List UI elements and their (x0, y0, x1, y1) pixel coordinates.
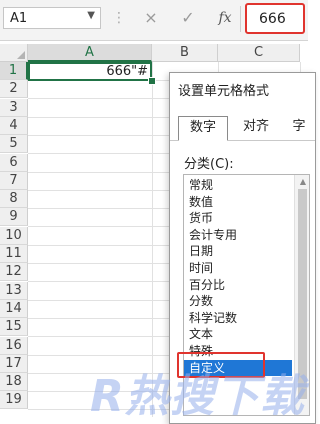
row-header[interactable]: 2 (0, 80, 28, 99)
row-header[interactable]: 5 (0, 135, 28, 154)
separator-dots: ⋮ (112, 10, 126, 26)
row-header[interactable]: 12 (0, 263, 28, 282)
function-icon[interactable]: fx (212, 6, 238, 30)
row-header[interactable]: 18 (0, 373, 28, 392)
row-header[interactable]: 1 (0, 62, 28, 80)
row-header[interactable]: 16 (0, 336, 28, 355)
tab-alignment[interactable]: 对齐 (234, 116, 278, 140)
formula-divider (240, 6, 241, 32)
listbox-scrollbar[interactable]: ▲ (294, 175, 309, 415)
category-item[interactable]: 科学记数 (184, 310, 292, 326)
category-item[interactable]: 货币 (184, 210, 292, 226)
active-cell-a1[interactable]: 666"# (28, 62, 152, 81)
formula-bar: A1 ▼ ⋮ × ✓ fx 666 (0, 0, 308, 41)
dialog-tabs: 数字 对齐 字 (170, 116, 315, 141)
chevron-down-icon[interactable]: ▼ (87, 10, 95, 21)
row-header[interactable]: 4 (0, 116, 28, 135)
name-box[interactable]: A1 ▼ (3, 7, 101, 29)
category-item[interactable]: 数值 (184, 194, 292, 210)
category-item[interactable]: 百分比 (184, 277, 292, 293)
row-header[interactable]: 14 (0, 299, 28, 318)
column-header-b[interactable]: B (152, 44, 218, 62)
tab-number[interactable]: 数字 (178, 116, 228, 141)
row-header[interactable]: 6 (0, 153, 28, 172)
tab-font[interactable]: 字 (284, 116, 314, 140)
row-header[interactable]: 13 (0, 281, 28, 300)
category-item[interactable]: 自定义 (184, 359, 292, 376)
category-listbox[interactable]: 常规 数值 货币 会计专用 日期 时间 百分比 分数 科学记数 文本 特殊 自定义 ▲ (183, 174, 310, 416)
formula-input[interactable]: 666 (245, 3, 305, 34)
name-box-value: A1 (10, 11, 28, 26)
row-header[interactable]: 9 (0, 208, 28, 227)
row-header[interactable]: 7 (0, 171, 28, 190)
column-header-a[interactable]: A (28, 44, 152, 62)
category-item[interactable]: 时间 (184, 260, 292, 276)
category-item[interactable]: 分数 (184, 293, 292, 309)
category-item[interactable]: 日期 (184, 243, 292, 259)
row-header[interactable]: 11 (0, 245, 28, 263)
scrollbar-thumb[interactable] (298, 189, 307, 399)
formula-value: 666 (259, 11, 286, 27)
row-header[interactable]: 17 (0, 354, 28, 373)
row-header[interactable]: 19 (0, 391, 28, 410)
scroll-up-icon[interactable]: ▲ (300, 177, 306, 186)
category-item[interactable]: 会计专用 (184, 227, 292, 243)
row-header[interactable]: 15 (0, 318, 28, 337)
category-item[interactable]: 文本 (184, 326, 292, 342)
enter-icon[interactable]: ✓ (175, 6, 201, 30)
category-item[interactable]: 特殊 (184, 343, 292, 359)
select-all-corner[interactable] (0, 44, 28, 62)
row-header[interactable]: 3 (0, 98, 28, 117)
category-item[interactable]: 常规 (184, 177, 292, 193)
grid-line (152, 62, 153, 417)
row-header[interactable]: 10 (0, 226, 28, 245)
row-header[interactable]: 8 (0, 190, 28, 209)
cell-a1-value: 666"# (106, 64, 148, 79)
column-header-c[interactable]: C (218, 44, 300, 62)
format-cells-dialog: 设置单元格格式 数字 对齐 字 分类(C): 常规 数值 货币 会计专用 日期 时间 百分比… (169, 72, 316, 424)
cancel-icon[interactable]: × (138, 6, 164, 30)
category-label: 分类(C): (184, 157, 234, 172)
fill-handle[interactable] (148, 77, 156, 85)
dialog-title: 设置单元格格式 (178, 84, 270, 99)
